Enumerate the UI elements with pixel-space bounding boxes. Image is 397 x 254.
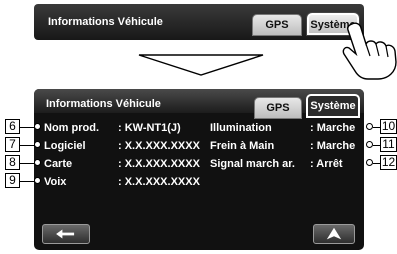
label-logiciel: Logiciel: [44, 140, 86, 152]
callout-12: 12: [380, 155, 397, 170]
return-arrow-icon: [56, 229, 75, 239]
callout-7: 7: [5, 137, 20, 152]
navigation-button[interactable]: [313, 224, 355, 244]
value-signal-march-ar: : Arrêt: [310, 158, 343, 170]
callout-dot-6: [34, 123, 41, 130]
callout-dot-12: [366, 159, 373, 166]
main-title: Informations Véhicule: [46, 98, 161, 110]
callout-dot-9: [34, 177, 41, 184]
callout-10: 10: [380, 119, 397, 134]
label-frein-a-main: Frein à Main: [210, 140, 275, 152]
info-panel: Nom prod. : KW-NT1(J) Logiciel : X.X.XXX…: [38, 118, 360, 208]
callout-11: 11: [380, 137, 397, 152]
callout-dot-11: [366, 141, 373, 148]
callout-9: 9: [5, 173, 20, 188]
label-carte: Carte: [44, 158, 73, 170]
label-voix: Voix: [44, 176, 67, 188]
navigation-arrow-icon: [326, 227, 342, 240]
down-arrow-icon: [138, 54, 264, 76]
value-logiciel: : X.X.XXX.XXXX: [118, 140, 200, 152]
callout-8: 8: [5, 155, 20, 170]
value-carte: : X.X.XXX.XXXX: [118, 158, 200, 170]
callout-6: 6: [5, 119, 20, 134]
value-nom-prod: : KW-NT1(J): [118, 122, 181, 134]
tab-gps[interactable]: GPS: [254, 97, 302, 119]
tab-systeme[interactable]: Système: [306, 94, 360, 118]
top-screen-preview: Informations Véhicule GPS Système: [34, 4, 364, 40]
top-tab-gps[interactable]: GPS: [252, 14, 302, 36]
label-nom-prod: Nom prod.: [44, 122, 99, 134]
value-voix: : X.X.XXX.XXXX: [118, 176, 200, 188]
callout-dot-7: [34, 141, 41, 148]
label-signal-march-ar: Signal march ar.: [210, 158, 295, 170]
back-button[interactable]: [42, 224, 90, 244]
callout-dot-8: [34, 159, 41, 166]
value-illumination: : Marche: [310, 122, 356, 134]
callout-dot-10: [366, 123, 373, 130]
top-screen-title: Informations Véhicule: [48, 16, 163, 28]
hand-pointer-icon: [342, 22, 397, 80]
label-illumination: Illumination: [210, 122, 272, 134]
value-frein-a-main: : Marche: [310, 140, 356, 152]
main-screen: Informations Véhicule GPS Système Nom pr…: [34, 89, 364, 250]
